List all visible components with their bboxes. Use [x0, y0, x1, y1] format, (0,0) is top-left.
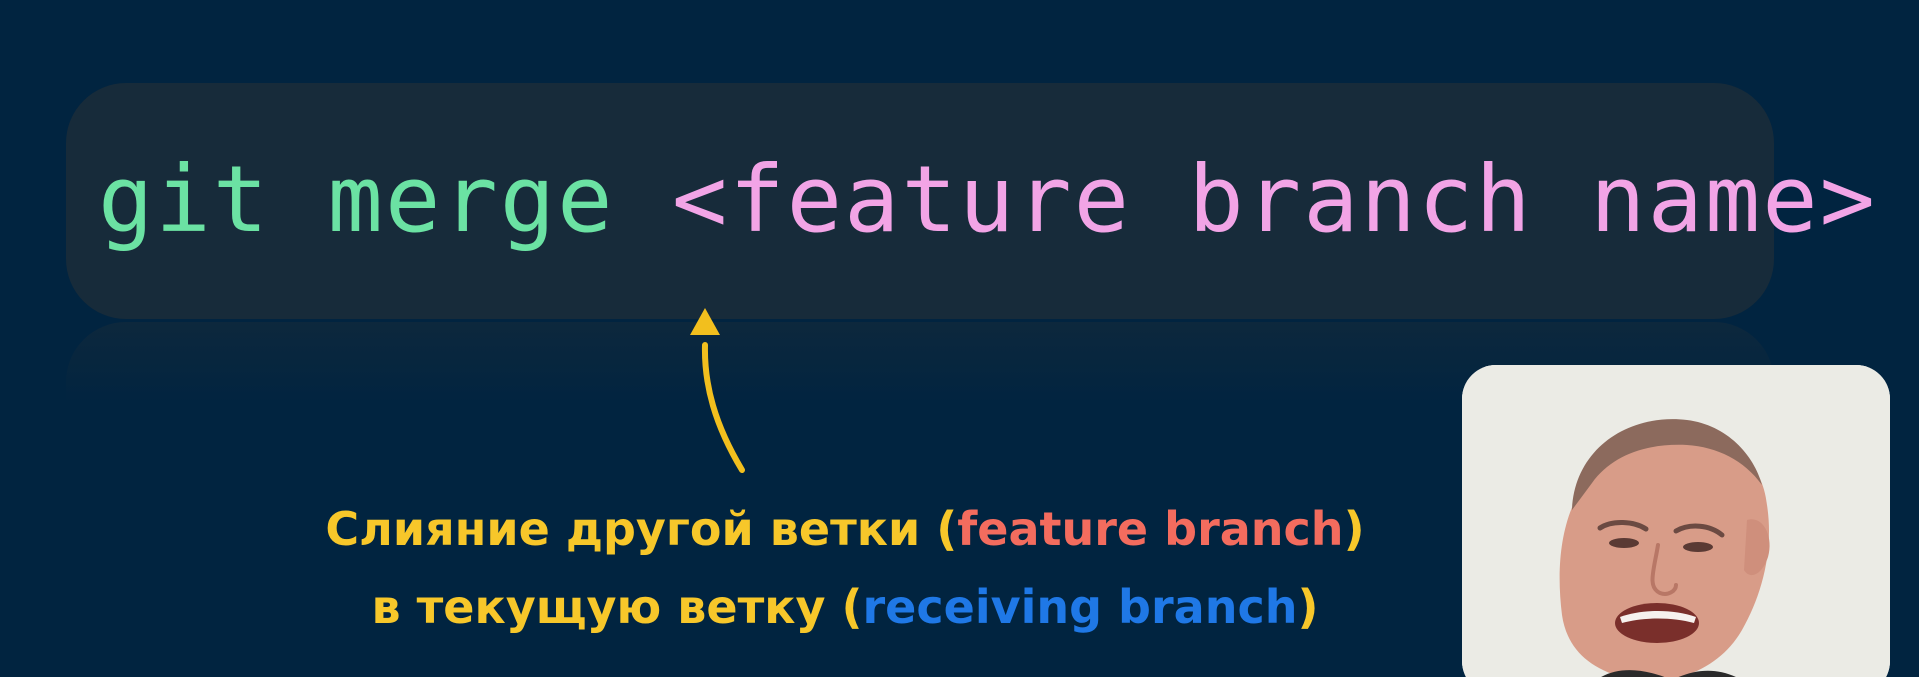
caption-line-2-suffix: ) [1297, 580, 1319, 634]
command-argument: <feature branch name> [671, 146, 1878, 253]
caption-line-2-prefix: в текущую ветку ( [371, 580, 863, 634]
webcam-overlay [1462, 365, 1890, 677]
caption-line-2: в текущую ветку (receiving branch) [270, 568, 1420, 646]
caption-line-1-suffix: ) [1343, 502, 1365, 556]
command-text: git merge <feature branch name> [98, 150, 1877, 250]
receiving-branch-label: receiving branch [862, 580, 1298, 634]
caption-line-1-prefix: Слияние другой ветки ( [325, 502, 958, 556]
caption-line-1: Слияние другой ветки (feature branch) [270, 490, 1420, 568]
arrow-up-icon [690, 308, 745, 473]
slide: git merge <feature branch name> Слияние … [0, 0, 1919, 677]
feature-branch-label: feature branch [957, 502, 1344, 556]
command-name: git merge [98, 146, 615, 253]
presenter-image [1462, 365, 1890, 677]
caption: Слияние другой ветки (feature branch) в … [270, 490, 1420, 646]
